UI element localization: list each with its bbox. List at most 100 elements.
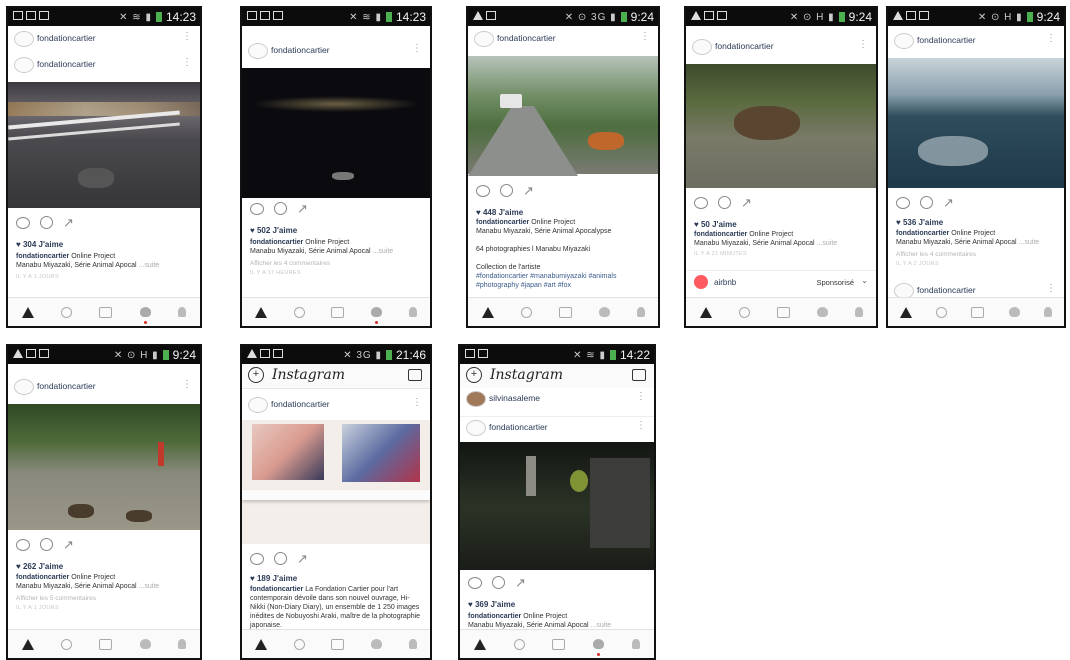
heart-icon[interactable]	[16, 216, 30, 229]
post-photo[interactable]	[8, 82, 200, 208]
post-photo[interactable]	[468, 56, 658, 176]
more-options-icon[interactable]: ⋮	[412, 397, 422, 408]
inbox-icon[interactable]	[632, 369, 646, 381]
camera-icon[interactable]	[99, 638, 113, 650]
more-link[interactable]: ...suite	[373, 248, 394, 255]
avatar[interactable]	[14, 379, 34, 395]
profile-icon[interactable]	[178, 307, 187, 317]
caption-author[interactable]: fondationcartier	[250, 239, 303, 246]
username[interactable]: fondationcartier	[917, 35, 976, 45]
heart-icon[interactable]	[896, 196, 910, 209]
view-comments-link[interactable]: Afficher les 4 commentaires	[896, 251, 976, 258]
sponsored-post-header[interactable]: airbnb Sponsorisé ⌄	[686, 270, 876, 295]
avatar[interactable]	[466, 391, 486, 407]
caption-author[interactable]: fondationcartier	[694, 231, 747, 238]
heart-icon[interactable]	[468, 576, 482, 589]
post-photo[interactable]	[888, 58, 1064, 188]
more-link[interactable]: ...suite	[591, 622, 612, 629]
hashtags[interactable]: #fondationcartier #manabumiyazaki #anima…	[476, 273, 616, 289]
profile-icon[interactable]	[178, 639, 187, 649]
post-header[interactable]: fondationcartier ⋮	[8, 376, 200, 398]
comment-icon[interactable]	[500, 184, 513, 197]
caption-author[interactable]: fondationcartier	[16, 253, 69, 260]
username[interactable]: fondationcartier	[37, 381, 96, 391]
post-header[interactable]: fondationcartier ⋮	[460, 416, 654, 439]
share-icon[interactable]: ↗	[523, 184, 534, 197]
more-options-icon[interactable]: ⋮	[636, 391, 646, 402]
more-link[interactable]: ...suite	[139, 583, 160, 590]
username[interactable]: fondationcartier	[271, 399, 330, 409]
home-icon[interactable]	[900, 306, 913, 318]
username[interactable]: fondationcartier	[37, 59, 96, 69]
post-header[interactable]: fondationcartier ⋮	[8, 54, 200, 76]
share-icon[interactable]: ↗	[63, 538, 74, 551]
search-icon[interactable]	[936, 306, 948, 318]
heart-icon[interactable]	[476, 184, 490, 197]
activity-heart-icon[interactable]	[1008, 307, 1020, 317]
like-count[interactable]: ♥ 369 J'aime	[468, 600, 515, 609]
post-header[interactable]: fondationcartier ⋮	[888, 30, 1064, 52]
camera-icon[interactable]	[558, 306, 572, 318]
profile-icon[interactable]	[636, 307, 645, 317]
like-count[interactable]: ♥ 189 J'aime	[250, 574, 297, 583]
more-options-icon[interactable]: ⋮	[182, 57, 192, 68]
heart-icon[interactable]	[16, 538, 30, 551]
post-photo[interactable]	[686, 64, 876, 188]
camera-icon[interactable]	[331, 306, 345, 318]
more-options-icon[interactable]: ⋮	[1046, 283, 1056, 294]
profile-icon[interactable]	[1043, 307, 1052, 317]
username[interactable]: fondationcartier	[489, 422, 548, 432]
add-user-icon[interactable]: +	[248, 367, 264, 383]
home-icon[interactable]	[481, 306, 494, 318]
like-count[interactable]: ♥ 536 J'aime	[896, 218, 943, 227]
caption-author[interactable]: fondationcartier	[896, 230, 949, 237]
inbox-icon[interactable]	[408, 369, 422, 381]
chevron-down-icon[interactable]: ⌄	[861, 276, 868, 285]
camera-icon[interactable]	[331, 638, 345, 650]
avatar[interactable]	[248, 397, 268, 413]
activity-heart-icon[interactable]	[371, 639, 383, 649]
comment-icon[interactable]	[274, 202, 287, 215]
post-photo[interactable]	[242, 420, 430, 544]
activity-heart-icon[interactable]	[139, 639, 151, 649]
home-icon[interactable]	[255, 306, 268, 318]
activity-heart-icon[interactable]	[139, 307, 151, 324]
comment-icon[interactable]	[40, 216, 53, 229]
post-header[interactable]: fondationcartier ⋮	[8, 28, 200, 50]
comment-icon[interactable]	[920, 196, 933, 209]
search-icon[interactable]	[738, 306, 750, 318]
more-options-icon[interactable]: ⋮	[182, 31, 192, 42]
home-icon[interactable]	[473, 638, 486, 650]
activity-heart-icon[interactable]	[593, 639, 605, 656]
heart-icon[interactable]	[250, 552, 264, 565]
camera-icon[interactable]	[99, 306, 113, 318]
post-header[interactable]: fondationcartier ⋮	[468, 28, 658, 50]
view-comments-link[interactable]: Afficher les 4 commentaires	[250, 260, 330, 267]
caption-author[interactable]: fondationcartier	[16, 574, 69, 581]
sponsor-avatar[interactable]	[694, 275, 708, 289]
post-photo[interactable]	[8, 404, 200, 530]
search-icon[interactable]	[520, 306, 532, 318]
camera-icon[interactable]	[552, 638, 566, 650]
avatar[interactable]	[692, 39, 712, 55]
like-count[interactable]: ♥ 262 J'aime	[16, 562, 63, 571]
post-photo[interactable]	[460, 442, 654, 570]
search-icon[interactable]	[61, 638, 73, 650]
more-link[interactable]: ...suite	[817, 240, 838, 247]
username[interactable]: fondationcartier	[715, 41, 774, 51]
more-options-icon[interactable]: ⋮	[1046, 33, 1056, 44]
activity-heart-icon[interactable]	[816, 307, 828, 317]
post-header[interactable]: fondationcartier ⋮	[242, 40, 430, 62]
more-options-icon[interactable]: ⋮	[412, 43, 422, 54]
profile-icon[interactable]	[408, 307, 417, 317]
caption-author[interactable]: fondationcartier	[468, 613, 521, 620]
username[interactable]: fondationcartier	[37, 33, 96, 43]
sponsor-name[interactable]: airbnb	[714, 278, 736, 287]
view-comments-link[interactable]: Afficher les 5 commentaires	[16, 595, 96, 602]
post-header[interactable]: silvinasaleme ⋮	[460, 388, 654, 410]
post-header[interactable]: fondationcartier ⋮	[686, 36, 876, 58]
search-icon[interactable]	[513, 638, 525, 650]
search-icon[interactable]	[61, 306, 73, 318]
camera-icon[interactable]	[776, 306, 790, 318]
username[interactable]: fondationcartier	[271, 45, 330, 55]
